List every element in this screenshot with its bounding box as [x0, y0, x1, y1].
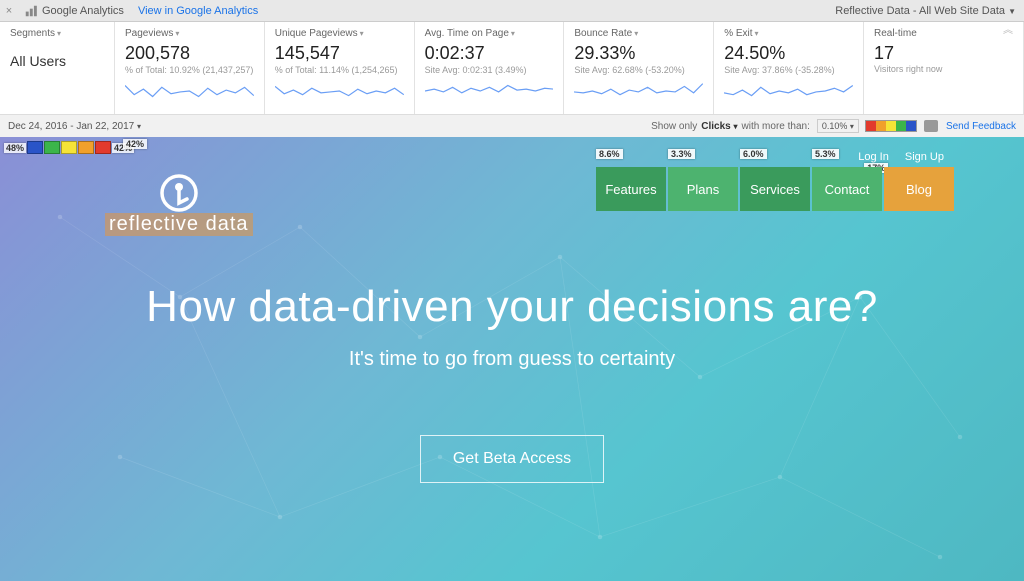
logo-icon: [159, 173, 199, 213]
realtime-cell[interactable]: ︽ Real-time 17 Visitors right now: [864, 22, 1024, 114]
view-in-ga-link[interactable]: View in Google Analytics: [130, 5, 266, 17]
sparkline: [425, 77, 554, 105]
threshold-input[interactable]: 0.10% ▾: [817, 119, 859, 133]
send-feedback-link[interactable]: Send Feedback: [946, 121, 1016, 132]
brand-name: reflective data: [105, 213, 253, 236]
metric-exit[interactable]: % Exit▾ 24.50% Site Avg: 37.86% (-35.28%…: [714, 22, 864, 114]
ga-label: Google Analytics: [42, 5, 124, 17]
logo-pct-label: 42%: [123, 139, 147, 149]
heat-color-4: [78, 141, 94, 154]
page-overlay: 48% 42% 42% reflective data Log In 17% S…: [0, 137, 1024, 581]
hero: How data-driven your decisions are? It's…: [0, 282, 1024, 483]
signup-link[interactable]: Sign Up: [905, 151, 944, 163]
segment-value: All Users: [10, 53, 104, 69]
sparkline: [724, 77, 853, 105]
sparkline: [275, 77, 404, 105]
hero-sub: It's time to go from guess to certainty: [0, 348, 1024, 371]
view-selector[interactable]: Reflective Data - All Web Site Data ▼: [827, 5, 1024, 17]
sparkline: [125, 77, 254, 105]
close-icon[interactable]: ×: [0, 5, 18, 17]
sparkline: [574, 77, 703, 105]
nav-plans[interactable]: 3.3% Plans: [668, 167, 738, 211]
heat-color-3: [61, 141, 77, 154]
nav-blog[interactable]: Blog: [884, 167, 954, 211]
metrics-row: Segments▾ All Users Pageviews▾ 200,578 %…: [0, 22, 1024, 115]
heat-color-5: [95, 141, 111, 154]
ga-logo: Google Analytics: [18, 4, 130, 18]
cta-button[interactable]: Get Beta Access: [420, 435, 604, 483]
hero-headline: How data-driven your decisions are?: [0, 282, 1024, 332]
nav-contact[interactable]: 5.3% Contact: [812, 167, 882, 211]
login-link[interactable]: Log In 17%: [858, 151, 889, 163]
ga-icon: [24, 4, 38, 18]
ga-topbar: × Google Analytics View in Google Analyt…: [0, 0, 1024, 22]
controlbar: Dec 24, 2016 - Jan 22, 2017 ▾ Show only …: [0, 115, 1024, 137]
with-more-than-label: with more than:: [742, 121, 810, 132]
metric-unique-pageviews[interactable]: Unique Pageviews▾ 145,547 % of Total: 11…: [265, 22, 415, 114]
segments-cell[interactable]: Segments▾ All Users: [0, 22, 115, 114]
color-scale[interactable]: [865, 120, 917, 132]
auth-links: Log In 17% Sign Up: [858, 151, 944, 163]
comment-icon[interactable]: [924, 120, 938, 132]
heat-color-2: [44, 141, 60, 154]
clicks-dropdown[interactable]: Clicks ▾: [701, 121, 737, 132]
heat-color-1: [27, 141, 43, 154]
metric-pageviews[interactable]: Pageviews▾ 200,578 % of Total: 10.92% (2…: [115, 22, 265, 114]
metric-bounce-rate[interactable]: Bounce Rate▾ 29.33% Site Avg: 62.68% (-5…: [564, 22, 714, 114]
heat-left-pct: 48%: [4, 143, 26, 153]
brand-logo[interactable]: 42% reflective data: [105, 173, 253, 236]
nav-services[interactable]: 6.0% Services: [740, 167, 810, 211]
collapse-icon[interactable]: ︽: [1003, 28, 1013, 34]
show-only-label: Show only: [651, 121, 697, 132]
nav-features[interactable]: 8.6% Features: [596, 167, 666, 211]
heatmap-legend: 48% 42%: [4, 141, 134, 154]
metric-avg-time[interactable]: Avg. Time on Page▾ 0:02:37 Site Avg: 0:0…: [415, 22, 565, 114]
main-nav: 8.6% Features 3.3% Plans 6.0% Services 5…: [596, 167, 954, 211]
daterange-picker[interactable]: Dec 24, 2016 - Jan 22, 2017 ▾: [8, 121, 141, 132]
